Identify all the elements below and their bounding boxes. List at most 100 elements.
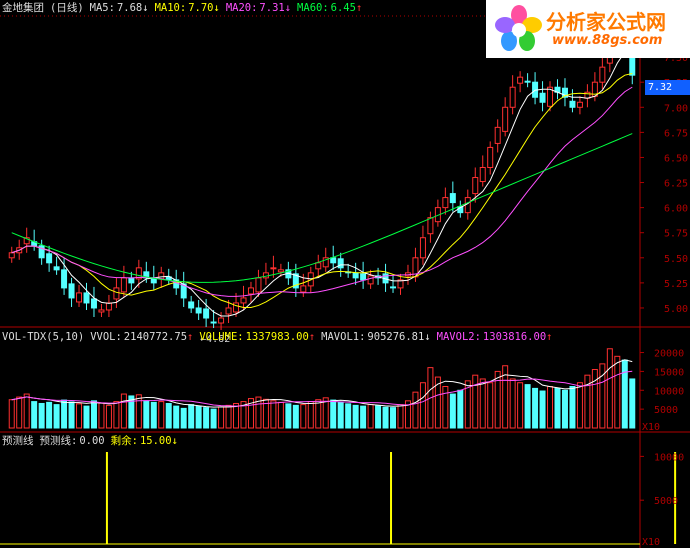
volume-bar bbox=[158, 401, 165, 429]
candle-body bbox=[539, 92, 546, 103]
volume-bar bbox=[233, 402, 240, 429]
volume-bar bbox=[345, 403, 352, 429]
volume-bar bbox=[532, 387, 539, 429]
candle-body bbox=[128, 277, 135, 284]
volume-bar bbox=[23, 393, 30, 429]
price-tick-label: 5.50 bbox=[664, 254, 688, 265]
volume-bar bbox=[285, 403, 292, 429]
ma20-value: 7.31 bbox=[259, 2, 285, 14]
volume-bar bbox=[554, 387, 561, 429]
mavol1-label: MAVOL1: bbox=[321, 331, 366, 343]
volume-panel-header: VOL-TDX(5,10) VVOL: 2140772.75↑ VOLUME: 1337… bbox=[2, 330, 558, 344]
forecast-tick-label: 5000 bbox=[654, 496, 678, 507]
volume-bar bbox=[277, 401, 284, 429]
mavol1-value: 905276.81 bbox=[367, 331, 425, 343]
candle-body bbox=[98, 309, 105, 313]
forecast-name: 预测线 bbox=[2, 435, 34, 447]
price-tick-label: 5.00 bbox=[664, 304, 688, 315]
candle-body bbox=[300, 285, 307, 293]
ma60-arrow: ↑ bbox=[355, 2, 363, 14]
volume-bar bbox=[614, 355, 621, 429]
volume-bar bbox=[434, 376, 441, 429]
candle-body bbox=[218, 317, 225, 324]
current-price-tag: 7.32 bbox=[645, 80, 690, 95]
ma10-value: 7.70 bbox=[188, 2, 214, 14]
ma5-label: MA5: bbox=[89, 2, 115, 14]
ma60-label: MA60: bbox=[297, 2, 329, 14]
volume-bar bbox=[173, 405, 180, 429]
vvol-value: 2140772.75 bbox=[123, 331, 188, 343]
volume-bar bbox=[472, 374, 479, 429]
vvol-arrow: ↑ bbox=[187, 331, 194, 343]
ma20-label: MA20: bbox=[225, 2, 258, 14]
mavol2-label: MAVOL2: bbox=[436, 331, 481, 343]
forecast-unit-label: X10 bbox=[642, 537, 660, 548]
candle-body bbox=[255, 277, 262, 293]
mavol1-line bbox=[11, 359, 633, 408]
candle-body bbox=[487, 146, 494, 168]
volume-bar bbox=[292, 404, 299, 429]
ma5-value: 7.68 bbox=[116, 2, 143, 14]
candle-body bbox=[330, 257, 337, 264]
ma10-line bbox=[11, 72, 633, 308]
volume-bar bbox=[195, 405, 202, 429]
volume-bar bbox=[390, 407, 397, 429]
chart-period: (日线) bbox=[50, 2, 84, 14]
candle-body bbox=[8, 252, 15, 259]
volume-bar bbox=[120, 393, 127, 429]
candle-body bbox=[53, 266, 60, 271]
stock-chart: 7.757.507.257.006.756.506.256.005.755.50… bbox=[0, 0, 690, 548]
volume-bar bbox=[31, 401, 38, 429]
volume-bar bbox=[606, 348, 613, 429]
volume-bar bbox=[61, 399, 68, 429]
volume-bar bbox=[360, 405, 367, 429]
price-tick-label: 5.75 bbox=[664, 229, 688, 240]
volume-bar bbox=[180, 407, 187, 429]
remaining-label: 剩余: bbox=[110, 435, 138, 447]
volume-bar bbox=[457, 389, 464, 429]
volume-bar bbox=[479, 378, 486, 429]
volume-bar bbox=[218, 406, 225, 429]
candle-body bbox=[494, 126, 501, 144]
site-logo[interactable]: 分析家公式网 www.88gs.com bbox=[486, 0, 690, 58]
volume-bar bbox=[591, 369, 598, 429]
candle-body bbox=[90, 298, 97, 309]
volume-bar bbox=[517, 382, 524, 429]
volume-bar bbox=[576, 382, 583, 429]
candle-body bbox=[105, 302, 112, 311]
volume-tick-label: 5000 bbox=[654, 405, 678, 416]
candle-body bbox=[210, 321, 217, 324]
flower-logo-icon bbox=[495, 5, 542, 51]
ma20-arrow: ↓ bbox=[284, 2, 292, 14]
candle-body bbox=[390, 286, 397, 289]
volume-value: 1337983.00 bbox=[245, 331, 309, 343]
volume-bar bbox=[382, 406, 389, 429]
mavol2-arrow: ↑ bbox=[546, 331, 553, 343]
ma20-line bbox=[11, 86, 633, 297]
volume-bar bbox=[135, 394, 142, 429]
candle-body bbox=[68, 283, 75, 299]
volume-bar bbox=[68, 401, 75, 429]
volume-bar bbox=[397, 404, 404, 429]
candle-body bbox=[337, 258, 344, 269]
candle-body bbox=[61, 269, 68, 289]
candle-body bbox=[277, 269, 284, 273]
volume-bar bbox=[76, 403, 83, 429]
candle-body bbox=[599, 66, 606, 83]
candle-body bbox=[419, 237, 426, 259]
vol-indicator-name: VOL-TDX(5,10) bbox=[2, 331, 85, 343]
volume-bar bbox=[225, 404, 232, 429]
candle-body bbox=[576, 101, 583, 108]
volume-bar bbox=[419, 382, 426, 429]
volume-bar bbox=[203, 407, 210, 429]
candle-body bbox=[367, 275, 374, 285]
price-tick-label: 6.50 bbox=[664, 153, 688, 164]
volume-arrow: ↑ bbox=[308, 331, 316, 343]
candle-body bbox=[479, 166, 486, 183]
stock-name: 金地集团 bbox=[2, 2, 44, 14]
price-tick-label: 6.75 bbox=[664, 128, 688, 139]
candle-body bbox=[113, 287, 120, 300]
volume-label: VOLUME: bbox=[199, 331, 244, 343]
ma10-label: MA10: bbox=[154, 2, 187, 14]
logo-url: www.88gs.com bbox=[552, 33, 663, 48]
